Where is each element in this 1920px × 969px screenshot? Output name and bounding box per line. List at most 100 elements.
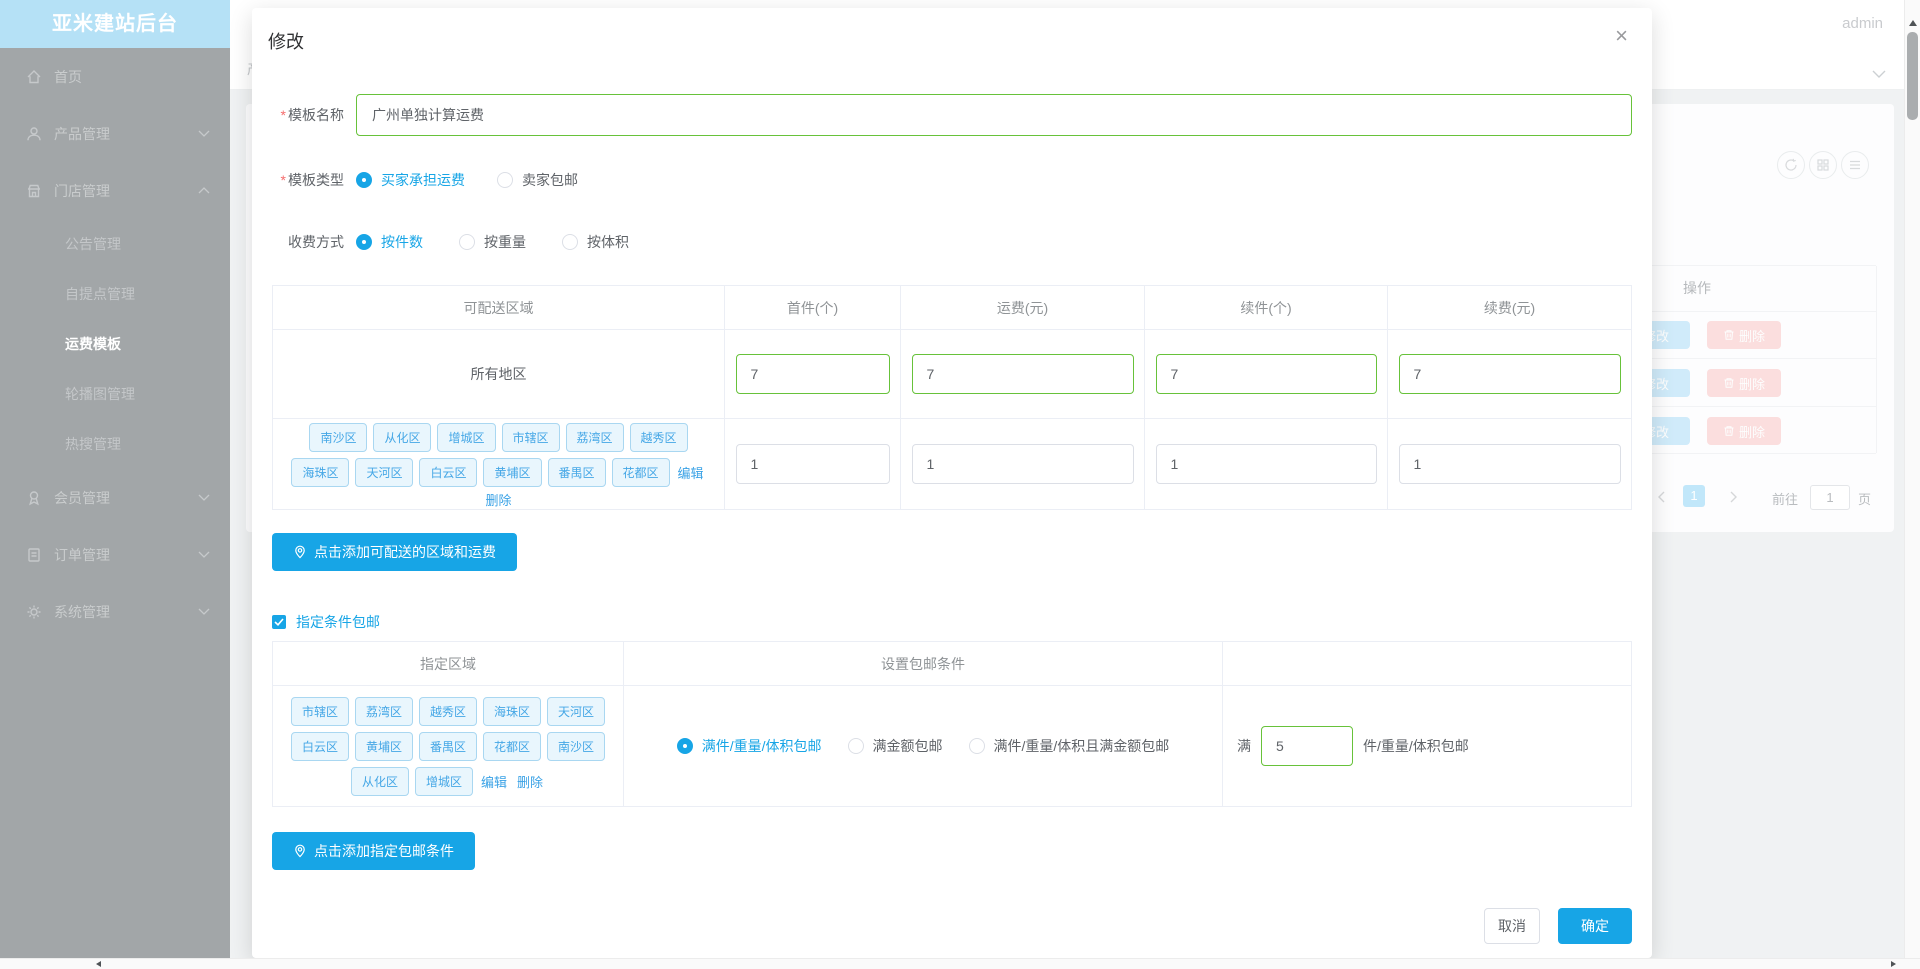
- sidebar-item-products[interactable]: 产品管理: [0, 105, 230, 162]
- delete-template-button[interactable]: 删除: [1707, 369, 1781, 397]
- sidebar-item-pickup-points[interactable]: 自提点管理: [0, 269, 230, 319]
- grid-view-icon[interactable]: [1809, 151, 1837, 179]
- shipping-fee-input[interactable]: [911, 354, 1134, 394]
- radio-by-quantity-free[interactable]: 满件/重量/体积包邮: [676, 736, 822, 756]
- close-icon[interactable]: ×: [1615, 25, 1628, 47]
- delete-template-button[interactable]: 删除: [1707, 417, 1781, 445]
- fee-cell: [901, 419, 1145, 509]
- region-tag: 番禺区: [418, 731, 477, 761]
- sidebar-item-carousel[interactable]: 轮播图管理: [0, 369, 230, 419]
- sidebar-item-members[interactable]: 会员管理: [0, 469, 230, 526]
- first-piece-input[interactable]: [735, 444, 890, 484]
- chevron-down-icon: [198, 608, 210, 615]
- radio-dot-icon: [968, 738, 985, 754]
- additional-fee-input[interactable]: [1398, 444, 1621, 484]
- radio-by-amount-free[interactable]: 满金额包邮: [847, 736, 943, 756]
- trash-icon: [1724, 330, 1734, 340]
- refresh-icon[interactable]: [1777, 151, 1805, 179]
- free-shipping-conditions-cell: 满件/重量/体积包邮 满金额包邮 满件/重量/体积且满金额包邮: [624, 686, 1223, 806]
- region-tag: 黄埔区: [354, 731, 413, 761]
- divider: [1876, 266, 1877, 453]
- add-region-button[interactable]: 点击添加可配送的区域和运费: [272, 533, 517, 571]
- radio-by-weight[interactable]: 按重量: [459, 232, 526, 252]
- template-type-row: * 模板类型 买家承担运费 卖家包邮: [272, 170, 1652, 190]
- conditional-free-shipping-toggle[interactable]: 指定条件包邮: [272, 612, 1652, 632]
- additional-piece-input[interactable]: [1155, 444, 1377, 484]
- goto-page-label: 前往: [1772, 492, 1799, 507]
- sidebar-item-label: 门店管理: [54, 182, 110, 199]
- first-piece-cell: [725, 330, 901, 419]
- radio-by-volume[interactable]: 按体积: [562, 232, 629, 252]
- region-tag: 天河区: [355, 457, 414, 487]
- template-type-label: 模板类型: [288, 172, 344, 188]
- radio-by-quantity-and-amount-free[interactable]: 满件/重量/体积且满金额包邮: [968, 736, 1169, 756]
- sidebar-item-announcements[interactable]: 公告管理: [0, 219, 230, 269]
- radio-dot-icon: [676, 738, 693, 754]
- scroll-up-arrow-icon[interactable]: [1909, 20, 1917, 26]
- delete-regions-link[interactable]: 删除: [517, 772, 543, 791]
- edit-regions-link[interactable]: 编辑: [481, 772, 507, 791]
- delete-template-button[interactable]: 删除: [1707, 321, 1781, 349]
- first-piece-cell: [725, 419, 901, 509]
- additional-fee-cell: [1388, 330, 1631, 419]
- column-header: 可配送区域: [273, 286, 725, 330]
- chevron-down-icon: [198, 551, 210, 558]
- sidebar-item-shipping-templates[interactable]: 运费模板: [0, 319, 230, 369]
- edit-template-dialog: 修改 × *模板名称 *模板类型 买家承担运费 卖家包邮 收费方式 按件数: [252, 8, 1652, 958]
- threshold-prefix: 满: [1237, 738, 1251, 754]
- trash-icon: [1724, 378, 1734, 388]
- location-pin-icon: [295, 844, 305, 858]
- screen: 亚米建站后台 首页 产品管理 门店管理 公告管理 自提点管理 运费模板 轮播图管…: [0, 0, 1920, 969]
- shipping-fee-table: 可配送区域 首件(个) 运费(元) 续件(个) 续费(元) 所有地区 南沙区从化…: [272, 285, 1632, 510]
- region-tag: 白云区: [290, 731, 349, 761]
- radio-by-piece[interactable]: 按件数: [356, 232, 423, 252]
- sidebar: 亚米建站后台 首页 产品管理 门店管理 公告管理 自提点管理 运费模板 轮播图管…: [0, 0, 230, 958]
- radio-dot-icon: [847, 738, 864, 754]
- column-settings-icon[interactable]: [1841, 151, 1869, 179]
- free-shipping-table: 指定区域 设置包邮条件 市辖区 荔湾区 越秀区 海珠区 天河区 白云区 黄埔区 番禺区 花都区南…: [272, 641, 1632, 807]
- threshold-cell: 满 件/重量/体积包邮: [1223, 686, 1631, 806]
- vertical-scrollbar-thumb[interactable]: [1907, 32, 1918, 120]
- scroll-right-arrow-icon[interactable]: [1891, 961, 1896, 967]
- radio-buyer-pays-shipping[interactable]: 买家承担运费: [356, 170, 465, 190]
- sidebar-item-system[interactable]: 系统管理: [0, 583, 230, 640]
- horizontal-scrollbar: [0, 958, 1920, 969]
- sidebar-item-home[interactable]: 首页: [0, 48, 230, 105]
- sidebar-item-label: 会员管理: [54, 489, 110, 506]
- scroll-left-arrow-icon[interactable]: [96, 961, 101, 967]
- sidebar-item-hot-search[interactable]: 热搜管理: [0, 419, 230, 469]
- next-page-icon[interactable]: [1729, 491, 1738, 503]
- sidebar-item-orders[interactable]: 订单管理: [0, 526, 230, 583]
- radio-seller-free-shipping[interactable]: 卖家包邮: [497, 170, 578, 190]
- column-header: 续费(元): [1388, 286, 1631, 330]
- shipping-fee-input[interactable]: [911, 444, 1134, 484]
- threshold-input[interactable]: [1261, 726, 1353, 766]
- sidebar-item-stores[interactable]: 门店管理: [0, 162, 230, 219]
- additional-piece-input[interactable]: [1155, 354, 1377, 394]
- vertical-scrollbar: [1904, 0, 1920, 958]
- charge-method-row: 收费方式 按件数 按重量 按体积: [272, 232, 1652, 252]
- sidebar-item-label: 订单管理: [54, 546, 110, 563]
- confirm-button[interactable]: 确定: [1558, 908, 1632, 944]
- fee-cell: [901, 330, 1145, 419]
- region-tag: 越秀区: [418, 696, 477, 726]
- first-piece-input[interactable]: [735, 354, 890, 394]
- page-unit-label: 页: [1858, 492, 1872, 507]
- trash-icon: [1724, 426, 1734, 436]
- prev-page-icon[interactable]: [1657, 491, 1666, 503]
- add-free-shipping-condition-button[interactable]: 点击添加指定包邮条件: [272, 832, 475, 870]
- additional-fee-input[interactable]: [1398, 354, 1621, 394]
- page-number-button[interactable]: 1: [1683, 485, 1705, 507]
- region-tag: 天河区: [547, 696, 606, 726]
- radio-dot-icon: [562, 234, 578, 250]
- template-name-row: * 模板名称: [272, 94, 1652, 136]
- goto-page-input[interactable]: [1810, 485, 1850, 510]
- cancel-button[interactable]: 取消: [1484, 908, 1540, 944]
- edit-regions-link[interactable]: 编辑: [678, 463, 704, 482]
- delete-regions-link[interactable]: 删除: [485, 490, 511, 509]
- radio-dot-icon: [356, 172, 372, 188]
- user-menu[interactable]: admin: [1842, 15, 1883, 32]
- gear-icon: [25, 603, 43, 621]
- template-name-input[interactable]: [356, 94, 1632, 136]
- sidebar-item-label: 首页: [54, 68, 82, 85]
